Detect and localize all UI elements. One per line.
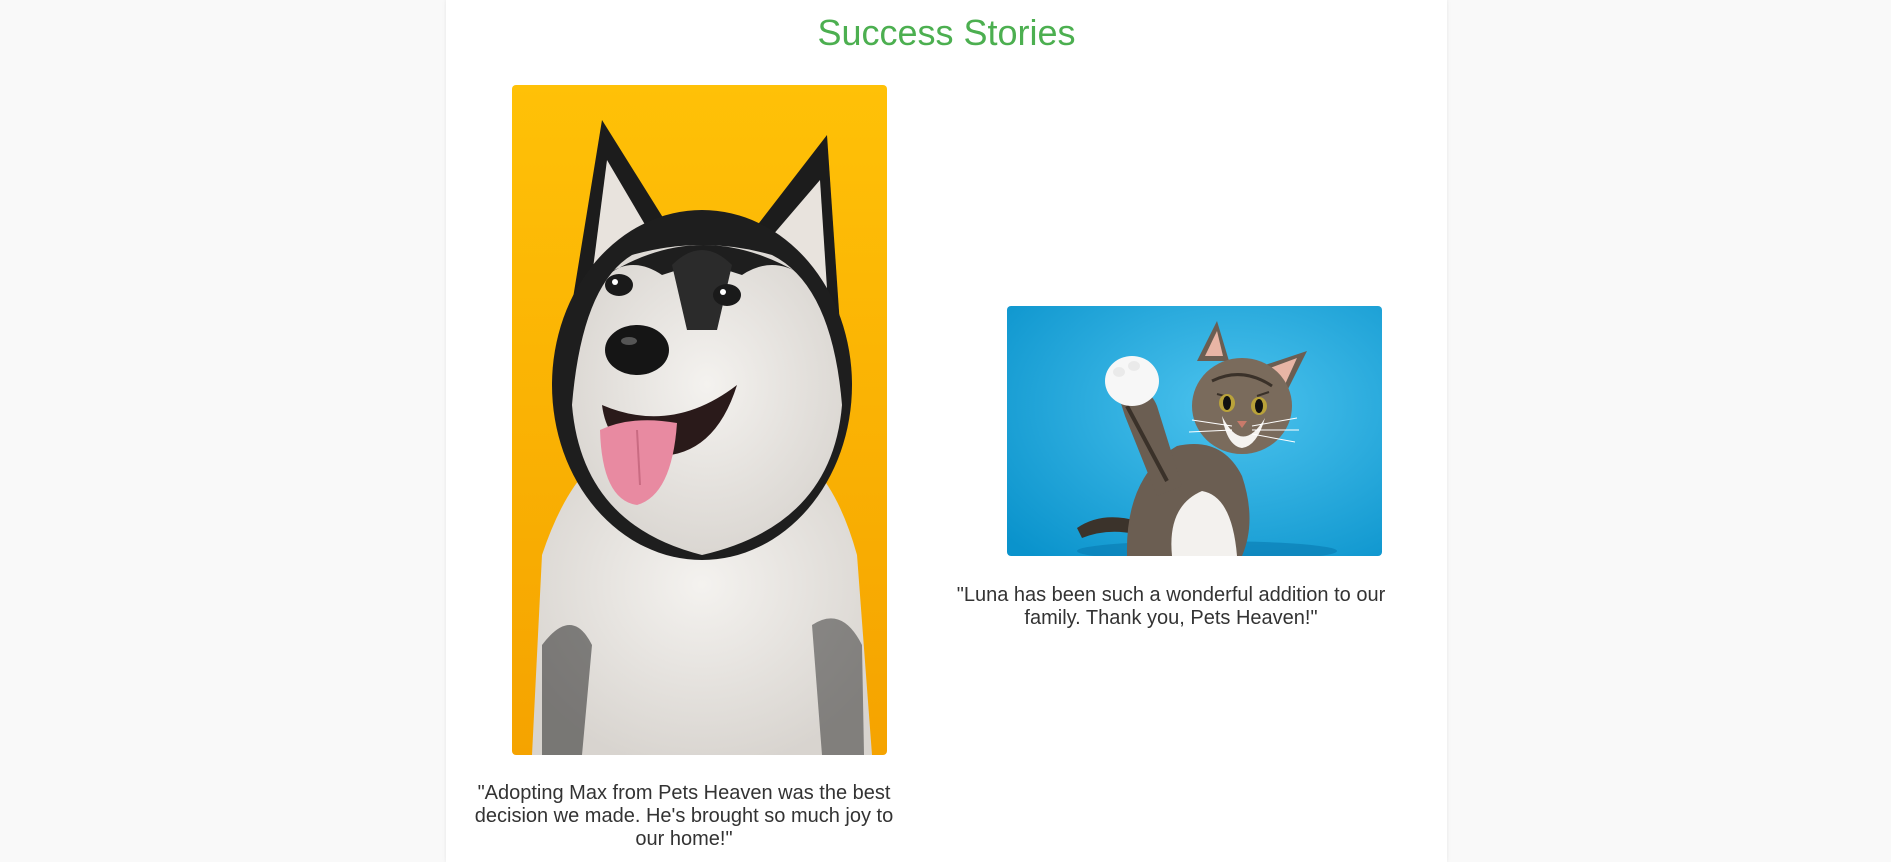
tabby-cat-waving-photo xyxy=(1007,306,1382,556)
page-title: Success Stories xyxy=(817,12,1076,53)
husky-dog-photo xyxy=(512,85,887,755)
story-card: "Adopting Max from Pets Heaven was the b… xyxy=(466,85,902,851)
success-stories-section: Success Stories "Adopting Max from Pets … xyxy=(446,0,1447,862)
story-card: "Luna has been such a wonderful addition… xyxy=(946,306,1396,630)
testimonial-quote: "Adopting Max from Pets Heaven was the b… xyxy=(474,782,894,850)
testimonial-quote: "Luna has been such a wonderful addition… xyxy=(956,584,1386,629)
